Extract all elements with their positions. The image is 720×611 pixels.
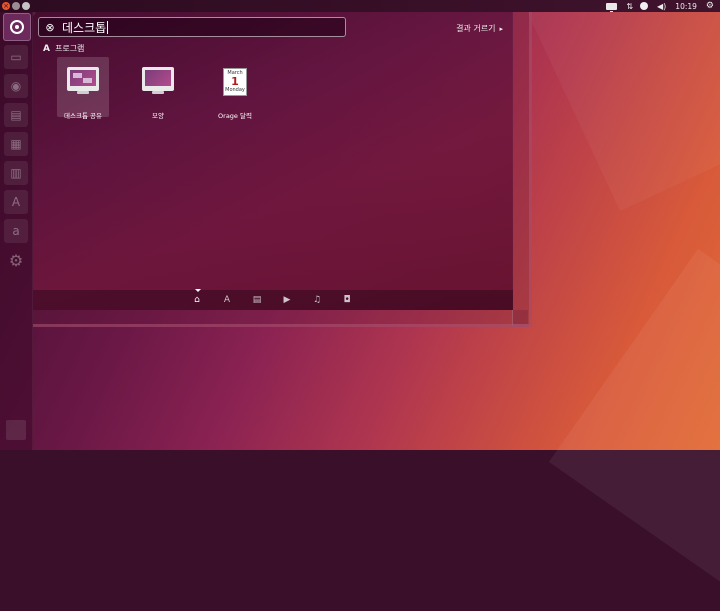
impress-launcher-icon[interactable]: ▥ <box>4 161 28 185</box>
firefox-launcher-icon[interactable]: ◉ <box>4 74 28 98</box>
wallpaper-shape <box>518 0 720 212</box>
dash-search-input[interactable]: ⊗ 데스크톱 <box>38 17 346 37</box>
settings-launcher-icon[interactable]: ⚙ <box>4 248 28 272</box>
display-icon[interactable] <box>606 2 618 12</box>
search-query: 데스크톱 <box>62 20 107 35</box>
result-label: 모양 <box>152 112 164 120</box>
calc-launcher-icon[interactable]: ▦ <box>4 132 28 156</box>
input-indicator-icon[interactable] <box>640 2 649 10</box>
active-lens-indicator-icon <box>195 289 201 292</box>
system-gear-icon[interactable]: ⚙ <box>706 1 714 11</box>
clock[interactable]: 10:19 <box>675 2 697 11</box>
category-header: A 프로그램 <box>43 43 84 54</box>
launcher: ▭ ◉ ▤ ▦ ▥ A a ⚙ <box>0 12 33 450</box>
amazon-launcher-icon[interactable]: a <box>4 219 28 243</box>
result-desktop-sharing[interactable]: 데스크톱 공유 <box>57 57 109 120</box>
result-appearance[interactable]: 모양 <box>132 57 184 120</box>
lens-bar: ⌂ A ▤ ▶ ♫ ◘ <box>33 289 513 310</box>
software-center-launcher-icon[interactable]: A <box>4 190 28 214</box>
desktop-sharing-icon <box>67 67 99 94</box>
filter-results-button[interactable]: 결과 거르기 ▸ <box>456 23 503 34</box>
appearance-icon <box>142 67 174 94</box>
network-icon[interactable]: ⇅ <box>626 2 633 11</box>
indicator-area: ⇅ ◀) 10:19 ⚙ <box>606 0 714 12</box>
chevron-right-icon: ▸ <box>499 25 503 33</box>
wallpaper-shape <box>548 248 720 611</box>
video-lens-icon[interactable]: ▶ <box>280 294 294 306</box>
category-label: 프로그램 <box>54 44 85 53</box>
text-caret <box>107 20 109 34</box>
writer-launcher-icon[interactable]: ▤ <box>4 103 28 127</box>
result-orage-calendar[interactable]: March 1 Monday Orage 달력 <box>209 57 261 120</box>
dash-overlay: ⊗ 데스크톱 결과 거르기 ▸ A 프로그램 데스크톱 공유 모양 March 1… <box>33 12 513 310</box>
search-icon[interactable]: ⊗ <box>43 20 57 34</box>
window-minimize-button[interactable] <box>12 2 20 10</box>
home-lens-icon[interactable]: ⌂ <box>190 294 204 306</box>
files-lens-icon[interactable]: ▤ <box>250 294 264 306</box>
result-label: Orage 달력 <box>218 112 252 120</box>
result-label: 데스크톱 공유 <box>64 112 102 120</box>
applications-icon: A <box>43 43 50 54</box>
dash-border <box>33 310 528 327</box>
calendar-icon: March 1 Monday <box>223 68 247 96</box>
filter-results-label: 결과 거르기 <box>456 24 496 33</box>
volume-icon[interactable]: ◀) <box>657 2 666 11</box>
music-lens-icon[interactable]: ♫ <box>310 294 324 306</box>
dash-home-button[interactable] <box>3 13 31 41</box>
dash-border <box>512 12 532 327</box>
files-launcher-icon[interactable]: ▭ <box>4 45 28 69</box>
top-panel: × ⇅ ◀) 10:19 ⚙ <box>0 0 720 12</box>
ubuntu-logo-icon <box>10 20 24 34</box>
window-close-button[interactable]: × <box>2 2 10 10</box>
photos-lens-icon[interactable]: ◘ <box>340 294 354 306</box>
trash-launcher-icon[interactable] <box>6 420 26 440</box>
window-maximize-button[interactable] <box>22 2 30 10</box>
applications-lens-icon[interactable]: A <box>220 294 234 306</box>
